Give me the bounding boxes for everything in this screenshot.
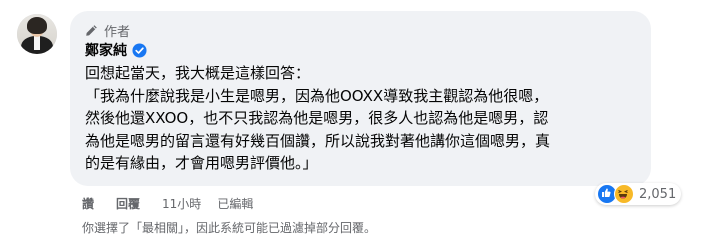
avatar-shirt: [34, 36, 40, 50]
avatar-hair: [27, 17, 47, 34]
comment-text: 回想起當天，我大概是這樣回答： 「我為什麼說我是小生是嗯男，因為他OOXX導致我…: [85, 62, 640, 175]
author-name-row: 鄭家純: [85, 40, 147, 60]
comment-timestamp[interactable]: 11小時: [162, 195, 201, 212]
pen-icon: [86, 25, 97, 36]
filter-note: 你選擇了「最相關」，因此系統可能已過濾掉部分回覆。: [82, 221, 377, 235]
comment-text-line: 為他是嗯男的留言還有好幾百個讚，所以說我對著他講你這個嗯男，真: [85, 131, 551, 150]
haha-icon: [614, 184, 634, 204]
comment-text-line: 然後他還XXOO，也不只我認為他是嗯男，很多人也認為他是嗯男，認: [85, 109, 549, 127]
reactions-summary[interactable]: 2,051: [595, 183, 682, 205]
verified-badge-icon: [132, 42, 147, 58]
author-name[interactable]: 鄭家純: [85, 40, 127, 60]
comment-text-line: 回想起當天，我大概是這樣回答：: [85, 64, 311, 82]
reply-button[interactable]: 回覆: [116, 195, 140, 212]
author-tag: 作者: [85, 21, 130, 40]
reaction-count: 2,051: [639, 186, 677, 202]
like-button[interactable]: 讚: [82, 195, 94, 212]
edited-label: 已編輯: [217, 197, 254, 211]
author-tag-label: 作者: [104, 25, 131, 40]
comment-text-line: 「我為什麼說我是小生是嗯男，因為他OOXX導致我主觀認為他很嗯，: [85, 86, 549, 105]
comment-text-line: 的是有緣由，才會用嗯男評價他。」: [85, 154, 318, 172]
comment-actions: 讚 回覆 11小時 已編輯: [82, 195, 253, 212]
author-avatar[interactable]: [17, 14, 57, 54]
comment-bubble: 作者 鄭家純 回想起當天，我大概是這樣回答： 「我為什麼說我是小生是嗯男，因為他…: [70, 11, 651, 186]
